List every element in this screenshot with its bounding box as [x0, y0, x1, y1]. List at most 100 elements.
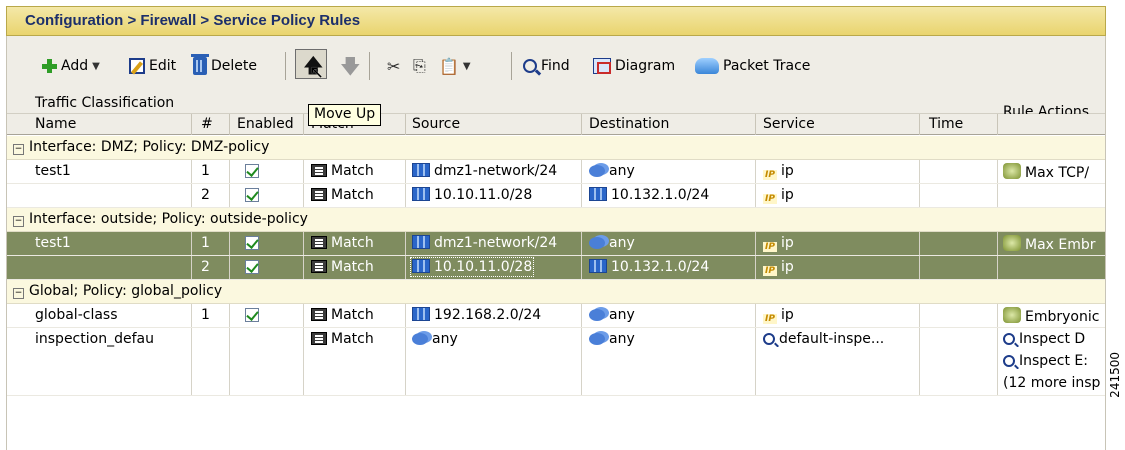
- diagram-button[interactable]: Diagram: [593, 54, 675, 78]
- match-icon: [311, 188, 327, 201]
- add-button[interactable]: Add ▼: [41, 54, 100, 78]
- source-cell[interactable]: dmz1-network/24: [412, 163, 557, 179]
- policy-group-row[interactable]: − Interface: DMZ; Policy: DMZ-policy: [7, 136, 1105, 160]
- rule-action-cell[interactable]: (12 more insp: [1003, 375, 1103, 391]
- any-network-icon: [589, 237, 605, 249]
- enabled-checkbox[interactable]: [245, 188, 259, 202]
- destination-cell[interactable]: any: [589, 163, 635, 179]
- rule-action-icon: [1003, 235, 1021, 251]
- chevron-down-icon: ▼: [462, 60, 471, 72]
- column-divider: [405, 256, 406, 279]
- time-column-header[interactable]: Time: [929, 116, 963, 132]
- table-row[interactable]: 2 Match 10.10.11.0/28 10.132.1.0/24 IP ip: [7, 256, 1105, 280]
- rule-action-cell[interactable]: Embryonic: [1003, 307, 1103, 325]
- paste-button[interactable]: 📋 ▼: [439, 54, 471, 78]
- column-divider: [191, 256, 192, 279]
- service-column-header[interactable]: Service: [763, 116, 815, 132]
- enabled-checkbox[interactable]: [245, 164, 259, 178]
- source-column-header[interactable]: Source: [412, 116, 460, 132]
- match-cell[interactable]: Match: [311, 163, 374, 179]
- trash-icon: [191, 54, 209, 75]
- delete-button[interactable]: Delete: [191, 54, 257, 78]
- copy-button[interactable]: ⎘: [413, 54, 426, 78]
- rule-number-cell[interactable]: 2: [201, 187, 210, 203]
- traffic-classification-header: Traffic Classification: [35, 95, 175, 111]
- diagram-icon: [593, 58, 611, 74]
- table-row[interactable]: 2 Match 10.10.11.0/28 10.132.1.0/24 IP ip: [7, 184, 1105, 208]
- rules-table: Traffic Classification Rule Actions Name…: [6, 94, 1106, 450]
- service-cell[interactable]: default-inspe...: [763, 331, 884, 347]
- enabled-checkbox[interactable]: [245, 260, 259, 274]
- match-cell[interactable]: Match: [311, 187, 374, 203]
- header-row: Name # Enabled Match Source Destination …: [7, 114, 1105, 135]
- match-cell[interactable]: Match: [311, 259, 374, 275]
- rule-number-cell[interactable]: 1: [201, 235, 210, 251]
- policy-group-row[interactable]: − Interface: outside; Policy: outside-pol…: [7, 208, 1105, 232]
- match-cell[interactable]: Match: [311, 235, 374, 251]
- collapse-icon[interactable]: −: [13, 144, 24, 155]
- source-cell[interactable]: any: [412, 331, 458, 347]
- find-button[interactable]: Find: [523, 54, 570, 78]
- toolbar: Add ▼ Edit Delete 🡅 🡇 ✂ ⎘ 📋 ▼ Find Diagra…: [6, 36, 1106, 94]
- destination-cell[interactable]: any: [589, 307, 635, 323]
- ip-service-icon: IP: [763, 194, 777, 204]
- match-cell[interactable]: Match: [311, 307, 374, 323]
- rule-action-cell[interactable]: Inspect E:: [1003, 353, 1103, 369]
- service-cell[interactable]: IP ip: [763, 307, 794, 324]
- column-divider: [755, 114, 756, 135]
- rule-action-cell[interactable]: Max TCP/: [1003, 163, 1103, 181]
- mouse-cursor-icon: ↖: [309, 62, 325, 83]
- destination-cell[interactable]: 10.132.1.0/24: [589, 259, 709, 275]
- enabled-checkbox[interactable]: [245, 236, 259, 250]
- table-row[interactable]: inspection_defau Match any any default-inspe…: [7, 328, 1105, 396]
- rule-number-cell[interactable]: 1: [201, 307, 210, 323]
- table-row[interactable]: test1 1 Match dmz1-network/24 any IP ip Max Emb…: [7, 232, 1105, 256]
- match-icon: [311, 260, 327, 273]
- destination-column-header[interactable]: Destination: [589, 116, 669, 132]
- service-cell[interactable]: IP ip: [763, 163, 794, 180]
- policy-group-label: Interface: DMZ; Policy: DMZ-policy: [29, 139, 270, 155]
- edit-button[interactable]: Edit: [129, 54, 176, 78]
- move-down-button[interactable]: 🡇: [340, 52, 361, 86]
- table-row[interactable]: global-class 1 Match 192.168.2.0/24 any IP ip E…: [7, 304, 1105, 328]
- source-cell[interactable]: 10.10.11.0/28: [412, 187, 532, 203]
- rule-name-cell[interactable]: test1: [35, 163, 71, 179]
- table-row[interactable]: test1 1 Match dmz1-network/24 any IP ip Max TCP…: [7, 160, 1105, 184]
- name-column-header[interactable]: Name: [35, 116, 76, 132]
- service-cell[interactable]: IP ip: [763, 187, 794, 204]
- cut-button[interactable]: ✂: [387, 54, 400, 78]
- num-column-header[interactable]: #: [201, 116, 213, 132]
- tooltip: Move Up: [308, 104, 382, 126]
- source-cell[interactable]: 10.10.11.0/28: [409, 257, 535, 277]
- any-network-icon: [589, 165, 605, 177]
- chevron-down-icon: ▼: [92, 60, 100, 72]
- match-icon: [311, 164, 327, 177]
- source-cell[interactable]: dmz1-network/24: [412, 235, 557, 251]
- policy-group-label: Interface: outside; Policy: outside-poli…: [29, 211, 308, 227]
- rule-name-cell[interactable]: test1: [35, 235, 71, 251]
- rule-name-cell[interactable]: inspection_defau: [35, 331, 154, 347]
- enabled-checkbox[interactable]: [245, 308, 259, 322]
- rule-action-cell[interactable]: Max Embr: [1003, 235, 1103, 253]
- collapse-icon[interactable]: −: [13, 288, 24, 299]
- enabled-column-header[interactable]: Enabled: [237, 116, 294, 132]
- packet-trace-button[interactable]: Packet Trace: [695, 54, 810, 78]
- column-divider: [755, 232, 756, 255]
- column-divider: [229, 328, 230, 395]
- policy-group-row[interactable]: − Global; Policy: global_policy: [7, 280, 1105, 304]
- rule-number-cell[interactable]: 1: [201, 163, 210, 179]
- rule-number-cell[interactable]: 2: [201, 259, 210, 275]
- service-cell[interactable]: IP ip: [763, 235, 794, 252]
- destination-cell[interactable]: any: [589, 235, 635, 251]
- search-icon: [523, 59, 537, 73]
- destination-cell[interactable]: any: [589, 331, 635, 347]
- collapse-icon[interactable]: −: [13, 216, 24, 227]
- rule-name-cell[interactable]: global-class: [35, 307, 118, 323]
- column-divider: [581, 328, 582, 395]
- destination-cell[interactable]: 10.132.1.0/24: [589, 187, 709, 203]
- match-cell[interactable]: Match: [311, 331, 374, 347]
- column-divider: [229, 160, 230, 183]
- rule-action-cell[interactable]: Inspect D: [1003, 331, 1103, 347]
- source-cell[interactable]: 192.168.2.0/24: [412, 307, 541, 323]
- service-cell[interactable]: IP ip: [763, 259, 794, 276]
